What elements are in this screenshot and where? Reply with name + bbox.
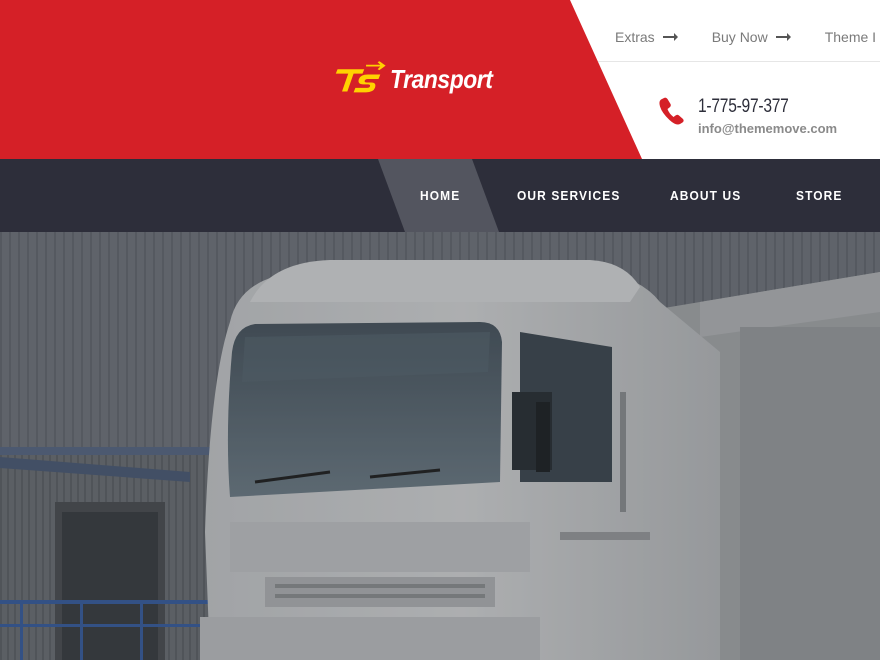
nav-item-home[interactable]: HOME	[420, 159, 460, 232]
arrow-right-icon	[775, 33, 791, 41]
nav-item-store[interactable]: STORE	[796, 159, 843, 232]
top-link-buy-now[interactable]: Buy Now	[712, 29, 791, 45]
top-divider	[598, 61, 880, 62]
hero-truck-image	[0, 232, 880, 660]
site-header: Transport Extras Buy Now Theme I 1-775-9…	[0, 0, 880, 159]
nav-item-our-services[interactable]: OUR SERVICES	[517, 159, 620, 232]
hero-banner	[0, 232, 880, 660]
top-links: Extras Buy Now Theme I	[615, 25, 880, 49]
logo-text: Transport	[389, 63, 493, 94]
top-link-label: Theme I	[824, 29, 877, 45]
top-link-extras[interactable]: Extras	[615, 29, 678, 45]
arrow-right-icon	[662, 33, 678, 41]
logo-mark-icon	[335, 61, 386, 93]
site-logo[interactable]: Transport	[334, 58, 506, 100]
main-nav: HOME OUR SERVICES ABOUT US STORE	[0, 159, 880, 232]
top-link-label: Buy Now	[711, 29, 768, 45]
top-link-label: Extras	[615, 29, 655, 45]
contact-block: 1-775-97-377 info@thememove.com	[658, 96, 837, 140]
nav-item-about-us[interactable]: ABOUT US	[670, 159, 741, 232]
contact-phone[interactable]: 1-775-97-377	[698, 96, 812, 118]
contact-email[interactable]: info@thememove.com	[698, 118, 837, 140]
phone-icon	[659, 97, 684, 125]
top-link-theme[interactable]: Theme I	[825, 29, 876, 45]
